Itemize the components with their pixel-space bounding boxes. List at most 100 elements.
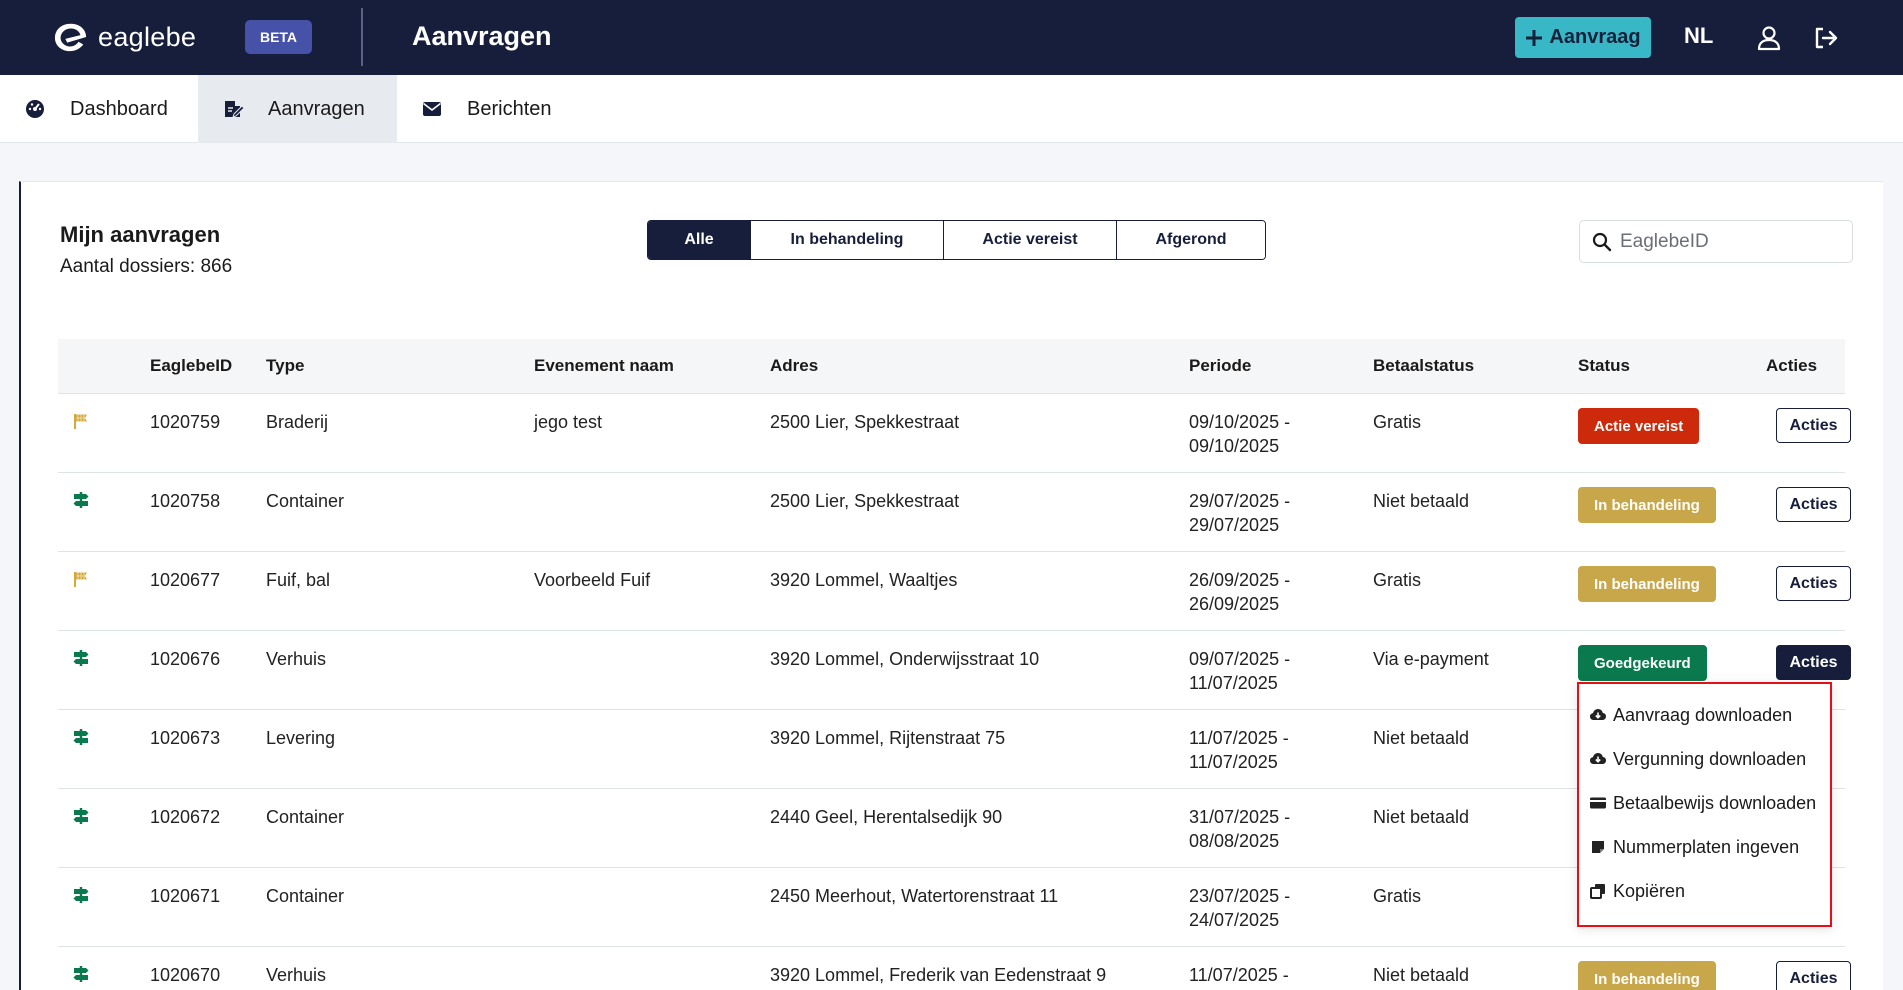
menu-item-betaalbewijs-downloaden[interactable]: Betaalbewijs downloaden [1589, 788, 1816, 818]
table-row[interactable]: 1020677 Fuif, bal Voorbeeld Fuif 3920 Lomme… [58, 552, 1851, 631]
flag-icon [74, 572, 87, 587]
filter-alle[interactable]: Alle [648, 221, 751, 259]
menu-item-label: Betaalbewijs downloaden [1613, 792, 1817, 813]
column-header-address[interactable]: Adres [770, 356, 818, 376]
cell-address: 3920 Lommel, Frederik van Eedenstraat 9 [770, 965, 1107, 985]
menu-item-label: Kopiëren [1613, 880, 1686, 901]
menu-item-kopieren[interactable]: Kopiëren [1589, 876, 1685, 906]
cell-period: 09/07/2025 - 11/07/2025 [1189, 647, 1290, 695]
signpost-icon [73, 887, 89, 903]
menu-item-vergunning-downloaden[interactable]: Vergunning downloaden [1589, 744, 1806, 774]
top-header: eaglebe BETA Aanvragen Aanvraag NL [0, 0, 1903, 75]
signpost-icon [73, 729, 89, 745]
filter-in-behandeling[interactable]: In behandeling [751, 221, 944, 259]
cell-type: Container [266, 491, 345, 511]
filter-actie-vereist[interactable]: Actie vereist [944, 221, 1117, 259]
column-header-event[interactable]: Evenement naam [534, 356, 674, 376]
period-end: 11/07/2025 [1189, 673, 1278, 693]
column-header-type[interactable]: Type [266, 356, 304, 376]
cell-address: 3920 Lommel, Waaltjes [770, 570, 958, 590]
search-icon [1592, 232, 1612, 251]
actions-button[interactable]: Acties [1776, 961, 1851, 990]
cell-id: 1020671 [150, 886, 221, 906]
menu-item-aanvraag-downloaden[interactable]: Aanvraag downloaden [1589, 700, 1792, 730]
cell-period: 29/07/2025 - 29/07/2025 [1189, 489, 1290, 537]
menu-item-nummerplaten-ingeven[interactable]: Nummerplaten ingeven [1589, 832, 1799, 862]
cell-payment: Gratis [1373, 886, 1422, 906]
logo-text: eaglebe [98, 21, 197, 52]
cell-id: 1020673 [150, 728, 221, 748]
cloud-download-icon [1590, 753, 1606, 764]
nav-item-berichten[interactable]: Berichten [397, 75, 597, 143]
actions-button[interactable]: Acties [1776, 487, 1851, 522]
signpost-icon [73, 492, 89, 508]
cell-type: Verhuis [266, 649, 327, 669]
actions-button[interactable]: Acties [1776, 566, 1851, 601]
beta-badge: BETA [245, 20, 312, 54]
eaglebe-logo[interactable]: eaglebe [52, 20, 196, 54]
menu-item-label: Aanvraag downloaden [1613, 704, 1793, 725]
search-input[interactable] [1620, 230, 1840, 253]
dossier-count: Aantal dossiers: 866 [60, 256, 233, 277]
cell-payment: Niet betaald [1373, 807, 1470, 827]
signpost-icon [73, 808, 89, 824]
nav-label-aanvragen: Aanvragen [268, 97, 365, 120]
column-header-payment[interactable]: Betaalstatus [1373, 356, 1474, 376]
period-end: 24/07/2025 [1189, 910, 1280, 930]
menu-item-label: Nummerplaten ingeven [1613, 836, 1800, 857]
status-filter-group: Alle In behandeling Actie vereist Afgero… [647, 220, 1266, 260]
cell-event: Voorbeeld Fuif [534, 570, 651, 590]
actions-button[interactable]: Acties [1776, 645, 1851, 680]
actions-button[interactable]: Acties [1776, 408, 1851, 443]
new-request-button[interactable]: Aanvraag [1515, 17, 1651, 58]
filter-afgerond[interactable]: Afgerond [1117, 221, 1265, 259]
cell-payment: Via e-payment [1373, 649, 1489, 669]
user-icon[interactable] [1755, 24, 1783, 52]
note-icon [1592, 841, 1604, 853]
edit-document-icon [225, 101, 244, 118]
cell-id: 1020759 [150, 412, 221, 432]
period-start: 09/07/2025 - [1189, 649, 1291, 669]
dashboard-gauge-icon [26, 100, 44, 118]
table-row[interactable]: 1020759 Braderij jego test 2500 Lier, Spekk… [58, 394, 1851, 473]
language-selector[interactable]: NL [1684, 23, 1713, 49]
column-header-period[interactable]: Periode [1189, 356, 1251, 376]
cell-address: 2500 Lier, Spekkestraat [770, 491, 960, 511]
status-badge: In behandeling [1578, 566, 1716, 602]
table-row[interactable]: 1020758 Container 2500 Lier, Spekkestraat 2… [58, 473, 1851, 552]
cell-id: 1020672 [150, 807, 221, 827]
period-start: 11/07/2025 - [1189, 965, 1289, 985]
table-row[interactable]: 1020670 Verhuis 3920 Lommel, Frederik van … [58, 947, 1851, 990]
period-start: 23/07/2025 - [1189, 886, 1291, 906]
nav-item-dashboard[interactable]: Dashboard [0, 75, 198, 143]
column-header-id[interactable]: EaglebeID [150, 356, 232, 376]
search-box[interactable] [1579, 220, 1853, 263]
cell-period: 23/07/2025 - 24/07/2025 [1189, 884, 1290, 932]
period-end: 08/08/2025 [1189, 831, 1280, 851]
cell-payment: Niet betaald [1373, 491, 1470, 511]
eaglebe-logo-icon [54, 23, 87, 52]
cell-id: 1020677 [150, 570, 221, 590]
nav-item-aanvragen[interactable]: Aanvragen [198, 75, 397, 143]
cell-period: 11/07/2025 - [1189, 963, 1289, 987]
cell-type: Verhuis [266, 965, 327, 985]
status-badge: In behandeling [1578, 961, 1716, 990]
cell-type: Levering [266, 728, 336, 748]
column-header-status[interactable]: Status [1578, 356, 1630, 376]
page-title: Aanvragen [412, 21, 552, 51]
period-start: 11/07/2025 - [1189, 728, 1289, 748]
cell-event: jego test [534, 412, 603, 432]
plus-icon [1526, 29, 1543, 46]
logout-icon[interactable] [1812, 24, 1840, 52]
cell-address: 2500 Lier, Spekkestraat [770, 412, 960, 432]
copy-icon [1590, 884, 1605, 899]
status-badge: Goedgekeurd [1578, 645, 1707, 681]
cloud-download-icon [1590, 709, 1606, 720]
cell-type: Container [266, 886, 345, 906]
nav-label-berichten: Berichten [467, 97, 552, 120]
table-header: EaglebeID Type Evenement naam Adres Peri… [58, 339, 1845, 394]
cell-address: 3920 Lommel, Rijtenstraat 75 [770, 728, 1006, 748]
period-end: 29/07/2025 [1189, 515, 1280, 535]
period-end: 26/09/2025 [1189, 594, 1280, 614]
cell-payment: Gratis [1373, 412, 1422, 432]
